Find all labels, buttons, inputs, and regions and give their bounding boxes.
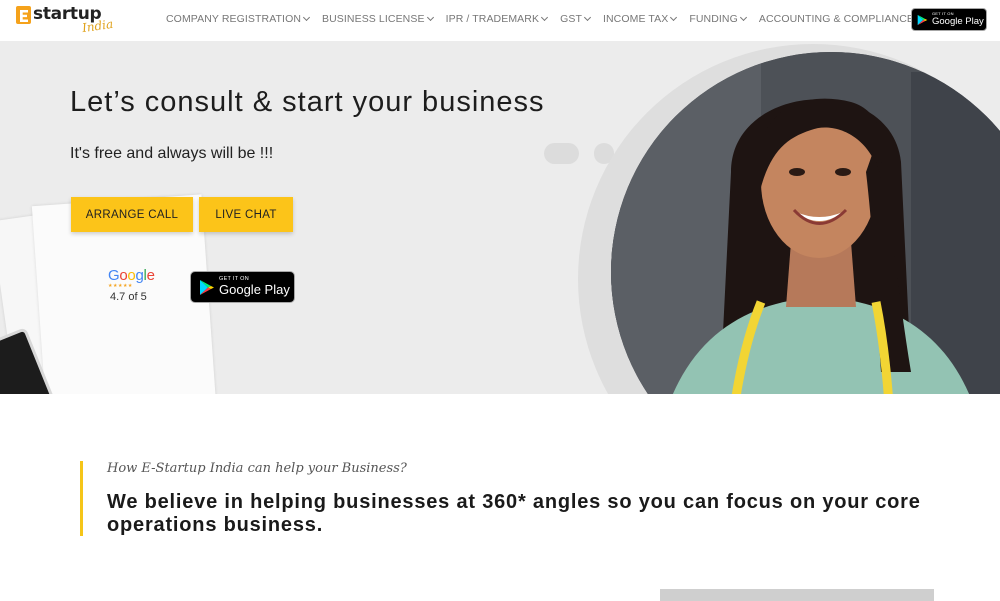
chevron-down-icon (670, 13, 678, 21)
help-section: How E-Startup India can help your Busine… (0, 394, 1000, 601)
chevron-down-icon (739, 13, 747, 21)
hero-subtitle: It's free and always will be !!! (70, 145, 274, 162)
chevron-down-icon (541, 13, 549, 21)
menu-label: ACCOUNTING & COMPLIANCES (758, 13, 922, 25)
section-image (660, 589, 934, 601)
hero-title: Let’s consult & start your business (70, 86, 545, 118)
google-play-badge-nav[interactable]: GET IT ON Google Play (911, 8, 987, 31)
menu-label: INCOME TAX (602, 13, 669, 25)
logo-script: India (81, 16, 114, 36)
badge-bottom-text: Google Play (219, 282, 290, 298)
google-rating[interactable]: Google ★★★★★ 4.7 of 5 (108, 267, 158, 303)
accent-bar (80, 461, 83, 536)
main-menu: COMPANY REGISTRATION BUSINESS LICENSE IP… (166, 13, 942, 25)
section-heading: We believe in helping businesses at 360*… (107, 491, 921, 536)
google-play-badge-hero[interactable]: GET IT ON Google Play (190, 271, 295, 303)
rating-value: 4.7 of 5 (110, 291, 147, 303)
menu-income-tax[interactable]: INCOME TAX (602, 13, 678, 25)
top-navigation: startup India COMPANY REGISTRATION BUSIN… (0, 0, 1000, 42)
menu-label: GST (560, 13, 582, 25)
chevron-down-icon (302, 13, 311, 21)
menu-label: FUNDING (689, 13, 738, 25)
menu-label: BUSINESS LICENSE (322, 13, 425, 25)
chevron-down-icon (426, 13, 434, 21)
badge-bottom-text: Google Play (932, 15, 984, 27)
live-chat-button[interactable]: LIVE CHAT (199, 197, 293, 232)
menu-accounting-compliances[interactable]: ACCOUNTING & COMPLIANCES (758, 13, 931, 25)
hero-banner: Let’s consult & start your business It's… (0, 42, 1000, 394)
menu-ipr-trademark[interactable]: IPR / TRADEMARK (445, 13, 549, 25)
menu-label: COMPANY REGISTRATION (166, 13, 302, 25)
estartup-logo[interactable]: startup India (16, 4, 128, 40)
menu-label: IPR / TRADEMARK (445, 13, 540, 25)
menu-gst[interactable]: GST (560, 13, 592, 25)
menu-company-registration[interactable]: COMPANY REGISTRATION (166, 13, 311, 25)
google-play-icon (917, 14, 928, 25)
menu-funding[interactable]: FUNDING (689, 13, 747, 25)
menu-business-license[interactable]: BUSINESS LICENSE (322, 13, 434, 25)
slider-dot[interactable] (544, 143, 579, 164)
section-kicker: How E-Startup India can help your Busine… (107, 461, 407, 476)
google-play-icon (200, 279, 214, 295)
google-wordmark: Google (108, 267, 155, 284)
chevron-down-icon (583, 13, 592, 21)
logo-e-icon (16, 6, 31, 24)
arrange-call-button[interactable]: ARRANGE CALL (71, 197, 193, 232)
